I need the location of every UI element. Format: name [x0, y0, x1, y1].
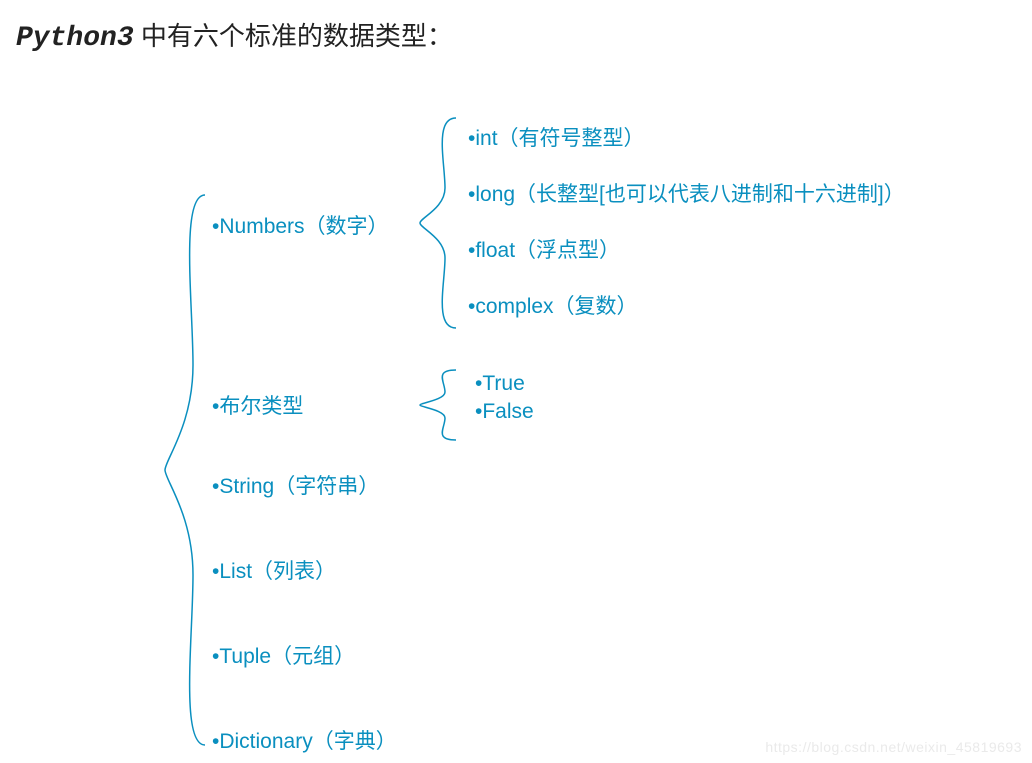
numbers-sub-float: •float（浮点型） [468, 234, 620, 264]
numbers-sub-long: •long（长整型[也可以代表八进制和十六进制]） [468, 178, 905, 208]
numbers-sub-complex: •complex（复数） [468, 290, 638, 320]
title-rest: 中有六个标准的数据类型： [134, 21, 453, 51]
title-prefix: Python3 [16, 23, 134, 54]
page-title: Python3 中有六个标准的数据类型： [16, 16, 453, 54]
main-item-string: •String（字符串） [212, 470, 379, 500]
main-item-dict: •Dictionary（字典） [212, 725, 397, 755]
bool-sub-false: •False [475, 400, 534, 424]
brace-main [165, 195, 205, 745]
brace-numbers [420, 118, 456, 328]
main-item-bool: •布尔类型 [212, 390, 303, 420]
numbers-sub-int: •int（有符号整型） [468, 122, 645, 152]
main-item-numbers: •Numbers（数字） [212, 210, 389, 240]
brace-bool [420, 370, 456, 440]
bool-sub-true: •True [475, 372, 525, 396]
watermark-text: https://blog.csdn.net/weixin_45819693 [765, 739, 1022, 755]
main-item-list: •List（列表） [212, 555, 336, 585]
main-item-tuple: •Tuple（元组） [212, 640, 355, 670]
